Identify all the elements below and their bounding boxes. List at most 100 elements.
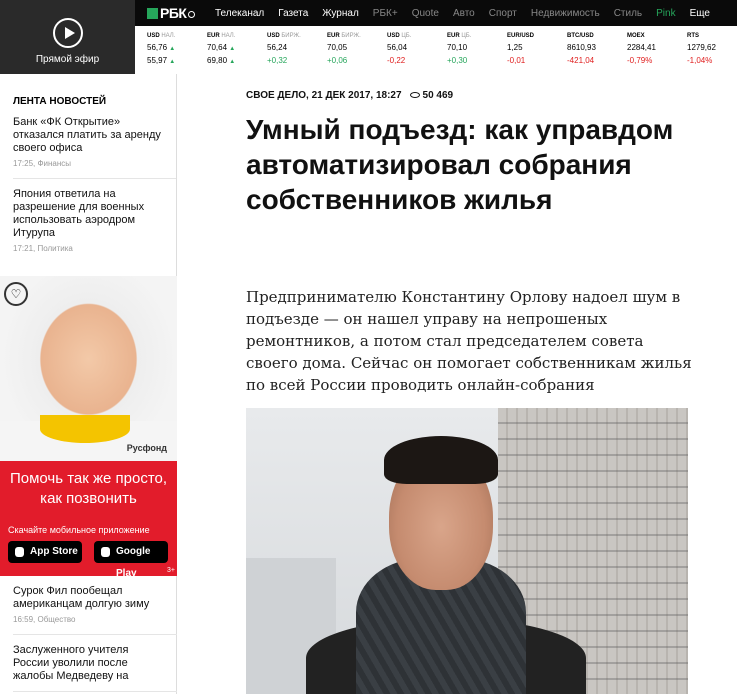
nav-item[interactable]: Еще [690,8,710,19]
ticker-arrow-icon: ▲ [169,59,176,65]
ticker-name: USD [387,33,400,39]
divider [13,691,177,692]
nav-item[interactable]: Quote [412,8,439,19]
ticker-item[interactable]: USD ЦБ. 56,04 -0,22 [387,33,447,74]
news-feed-heading[interactable]: ЛЕНТА НОВОСТЕЙ [0,74,176,107]
article-photo [246,408,688,694]
hand-heart-icon: ♡ [4,282,28,306]
ticker-value: 70,10 [447,43,468,52]
news-item[interactable]: Банк «ФК Открытие» отказался платить за … [0,107,176,170]
ticker-name: USD [267,33,280,39]
nav-item[interactable]: Pink [656,8,675,19]
ticker-sub: НАЛ. [161,33,176,39]
article-title: Умный подъезд: как управдом автоматизиро… [246,114,674,215]
ticker-value: 2284,41 [627,43,656,52]
news-item[interactable]: Заслуженного учителя России уволили посл… [0,635,177,683]
ticker-value: 56,76 [147,43,168,52]
article-meta: СВОЕ ДЕЛО, 21 ДЕК 2017, 18:27 50 469 [246,90,453,101]
rbc-logo[interactable]: РБК [135,5,215,21]
nav-item[interactable]: Газета [278,8,308,19]
ticker-change: 55,97 [147,56,168,65]
ad-red-panel[interactable]: Помочь так же просто, как позвонить Скач… [0,461,177,579]
nav-item[interactable]: Журнал [322,8,359,19]
ticker-name: MOEX [627,33,645,39]
ticker-change: -1,04% [687,56,713,65]
eye-icon [409,92,420,98]
app-store-button[interactable]: App Store [8,541,82,563]
nav-item[interactable]: РБК+ [373,8,398,19]
ticker-name: EUR [327,33,340,39]
ticker-sub: БИРЖ. [281,33,301,39]
news-headline[interactable]: Япония ответила на разрешение для военны… [13,188,163,240]
ticker-arrow-icon: ▲ [169,46,176,52]
news-item[interactable]: Япония ответила на разрешение для военны… [0,179,176,255]
ticker-change: -0,22 [387,56,406,65]
ticker-value: 1,25 [507,43,523,52]
ticker-item[interactable]: RTS 1279,62 -1,04% [687,33,737,74]
ticker-change: +0,06 [327,56,348,65]
ticker-sub: БИРЖ. [341,33,361,39]
ad-child-photo[interactable]: ♡ Русфонд [0,276,177,461]
ticker-change: +0,32 [267,56,288,65]
live-label[interactable]: Прямой эфир [0,54,135,65]
news-meta: 16:59, Общество [13,615,76,624]
ad-age-rating: 3+ [167,567,175,574]
ticker-name: USD [147,33,160,39]
ticker-name: EUR/USD [507,33,535,39]
nav-item[interactable]: Недвижимость [531,8,600,19]
news-item[interactable]: Сурок Фил пообещал американцам долгую зи… [0,576,177,626]
ticker-item[interactable]: EUR/USD 1,25 -0,01 [507,33,567,74]
article-views: 50 469 [422,90,454,101]
ticker-value: 70,05 [327,43,348,52]
ticker-name: EUR [447,33,460,39]
ticker-change: -0,79% [627,56,653,65]
nav-item[interactable]: Стиль [614,8,642,19]
top-bar: Прямой эфир РБК Телеканал Газета Журнал РБК… [0,0,737,74]
market-tickers: USD НАЛ. 56,76 ▲ 55,97 ▲ EUR НАЛ. 70,64 ▲ 69,… [135,26,737,74]
ticker-change: -0,01 [507,56,526,65]
news-headline[interactable]: Сурок Фил пообещал американцам долгую зи… [13,585,164,611]
ticker-item[interactable]: EUR БИРЖ. 70,05 +0,06 [327,33,387,74]
ticker-name: RTS [687,33,699,39]
ticker-value: 1279,62 [687,43,716,52]
ticker-item[interactable]: USD НАЛ. 56,76 ▲ 55,97 ▲ [147,33,207,74]
rusfond-ad-banner[interactable]: ♡ Русфонд Помочь так же просто, как позв… [0,276,177,579]
ad-fund-name: Русфонд [126,443,167,453]
google-play-button[interactable]: Google Play [94,541,168,579]
news-meta: 17:25, Финансы [13,159,72,168]
ticker-value: 56,04 [387,43,408,52]
ticker-change: -421,04 [567,56,595,65]
live-stream-block[interactable]: Прямой эфир [0,0,135,74]
ticker-item[interactable]: MOEX 2284,41 -0,79% [627,33,687,74]
ticker-item[interactable]: USD БИРЖ. 56,24 +0,32 [267,33,327,74]
ticker-sub: ЦБ. [401,33,412,39]
ticker-change: +0,30 [447,56,468,65]
ticker-item[interactable]: BTC/USD 8610,93 -421,04 [567,33,627,74]
nav-item[interactable]: Телеканал [215,8,264,19]
ad-headline: Помочь так же просто, как позвонить [9,470,168,507]
ticker-value: 56,24 [267,43,288,52]
news-meta: 17:21, Политика [13,244,73,253]
ticker-name: EUR [207,33,220,39]
ticker-value: 8610,93 [567,43,596,52]
news-feed-sidebar: ЛЕНТА НОВОСТЕЙ Банк «ФК Открытие» отказа… [0,74,177,694]
ticker-item[interactable]: EUR НАЛ. 70,64 ▲ 69,80 ▲ [207,33,267,74]
play-icon[interactable] [52,18,83,48]
ticker-arrow-icon: ▲ [229,59,236,65]
ticker-change: 69,80 [207,56,228,65]
article-main: СВОЕ ДЕЛО, 21 ДЕК 2017, 18:27 50 469 Умны… [177,74,737,694]
article-lead: Предпринимателю Константину Орлову надое… [246,288,692,394]
nav-item[interactable]: Спорт [489,8,517,19]
logo-circle-icon [188,11,196,18]
ticker-sub: НАЛ. [221,33,236,39]
article-rubric-date[interactable]: СВОЕ ДЕЛО, 21 ДЕК 2017, 18:27 [246,90,402,101]
news-headline[interactable]: Банк «ФК Открытие» отказался платить за … [13,116,163,155]
ticker-name: BTC/USD [567,33,594,39]
ticker-sub: ЦБ. [461,33,472,39]
news-headline[interactable]: Заслуженного учителя России уволили посл… [13,644,164,683]
nav-item[interactable]: Авто [453,8,475,19]
ad-download-text: Скачайте мобильное приложение [8,525,150,535]
ticker-arrow-icon: ▲ [229,46,236,52]
ticker-value: 70,64 [207,43,228,52]
ticker-item[interactable]: EUR ЦБ. 70,10 +0,30 [447,33,507,74]
